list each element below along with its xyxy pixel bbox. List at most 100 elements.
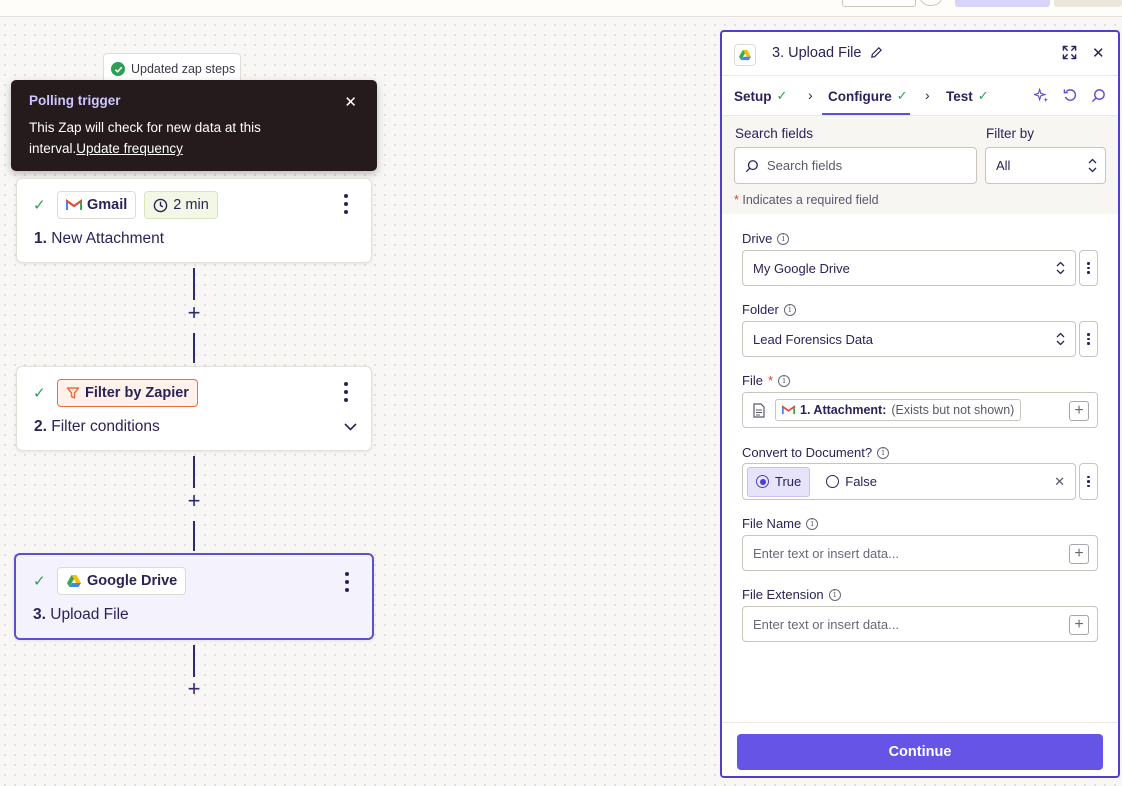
google-drive-icon <box>67 575 81 587</box>
document-icon <box>753 402 765 418</box>
update-frequency-link[interactable]: Update frequency <box>76 141 183 156</box>
chevron-down-icon[interactable] <box>344 419 357 434</box>
toolbar-button-secondary[interactable] <box>1054 0 1122 7</box>
app-name: Gmail <box>87 197 128 213</box>
file-name-label: File Name i <box>742 516 819 531</box>
label-text: File Name <box>742 516 802 531</box>
placeholder-text: Enter text or insert data... <box>753 545 899 561</box>
tab-test[interactable]: Test ✓ <box>946 88 989 104</box>
folder-value: Lead Forensics Data <box>753 331 873 347</box>
info-icon[interactable]: i <box>828 588 841 601</box>
publish-button[interactable] <box>955 0 1050 7</box>
toolbar-round-button[interactable] <box>920 0 942 6</box>
insert-data-plus-icon[interactable]: + <box>1069 544 1089 564</box>
radio-false[interactable]: False <box>818 467 885 497</box>
tab-label: Setup <box>734 88 772 104</box>
pencil-icon[interactable] <box>870 46 883 64</box>
clock-icon <box>154 198 168 212</box>
connector-line <box>193 521 195 551</box>
mapped-data-chip[interactable]: 1. Attachment: (Exists but not shown) <box>775 399 1022 421</box>
file-extension-label: File Extension i <box>742 587 841 602</box>
insert-data-plus-icon[interactable]: + <box>1069 615 1089 635</box>
more-options-icon[interactable] <box>338 572 356 592</box>
info-icon[interactable]: i <box>877 446 890 459</box>
step-number: 1. <box>34 230 47 247</box>
label-text: File <box>742 373 763 388</box>
info-icon[interactable]: i <box>778 374 791 387</box>
continue-button[interactable]: Continue <box>737 734 1103 770</box>
file-label: File * i <box>742 373 791 388</box>
label-text: File Extension <box>742 587 824 602</box>
polling-badge[interactable]: 2 min <box>144 191 218 219</box>
folder-label: Folder i <box>742 302 796 317</box>
chevron-right-icon: › <box>808 87 813 103</box>
app-name: Filter by Zapier <box>85 385 189 401</box>
file-extension-input[interactable]: Enter text or insert data... + <box>742 606 1098 642</box>
add-step-plus-icon[interactable]: + <box>185 302 203 324</box>
chip-label: 1. Attachment: <box>800 403 887 417</box>
more-options-icon[interactable] <box>337 194 355 214</box>
step-title: 2. Filter conditions <box>34 418 160 436</box>
google-drive-icon <box>734 44 756 66</box>
app-pill-google-drive: Google Drive <box>57 567 187 595</box>
search-icon[interactable] <box>1091 88 1106 108</box>
step-title-text: New Attachment <box>51 230 165 247</box>
info-icon[interactable]: i <box>777 232 790 245</box>
check-circle-icon <box>111 62 125 76</box>
close-icon[interactable]: ✕ <box>344 93 357 111</box>
label-text: Folder <box>742 302 779 317</box>
tab-setup[interactable]: Setup ✓ <box>734 88 787 104</box>
connector-line <box>193 456 195 488</box>
polling-trigger-tooltip: Polling trigger This Zap will check for … <box>11 80 377 171</box>
step-header: ✓ Gmail 2 min <box>33 191 218 219</box>
panel-title: 3. Upload File <box>772 45 862 61</box>
gmail-icon <box>782 405 795 415</box>
panel-header: 3. Upload File ✕ <box>722 32 1118 76</box>
drive-select[interactable]: My Google Drive <box>742 250 1076 286</box>
refresh-icon[interactable] <box>1063 88 1078 108</box>
check-icon: ✓ <box>33 573 46 590</box>
toolbar-button[interactable] <box>842 0 916 7</box>
info-icon[interactable]: i <box>783 303 796 316</box>
more-options-icon[interactable] <box>337 382 355 402</box>
updown-chevron-icon <box>1056 332 1065 349</box>
file-input[interactable]: 1. Attachment: (Exists but not shown) + <box>742 392 1098 428</box>
filter-by-select[interactable]: All <box>985 147 1106 184</box>
field-options-icon[interactable] <box>1079 321 1098 357</box>
close-icon[interactable]: ✕ <box>1092 44 1105 62</box>
step-card-filter[interactable]: ✓ Filter by Zapier 2. Filter conditions <box>16 366 372 451</box>
search-fields-input[interactable]: Search fields <box>734 147 977 184</box>
check-icon: ✓ <box>33 197 46 214</box>
active-tab-indicator <box>822 113 910 115</box>
label-text: Convert to Document? <box>742 445 873 460</box>
tab-label: Configure <box>828 88 892 104</box>
chevron-right-icon: › <box>925 87 930 103</box>
info-icon[interactable]: i <box>806 517 819 530</box>
tooltip-title: Polling trigger <box>29 93 121 108</box>
expand-icon[interactable] <box>1062 45 1077 65</box>
clear-icon[interactable]: ✕ <box>1054 474 1065 490</box>
radio-true[interactable]: True <box>747 466 811 497</box>
folder-select[interactable]: Lead Forensics Data <box>742 321 1076 357</box>
field-options-icon[interactable] <box>1079 250 1098 286</box>
required-note-text: Indicates a required field <box>742 193 879 207</box>
check-icon: ✓ <box>977 88 989 103</box>
tab-configure[interactable]: Configure ✓ <box>828 88 908 104</box>
add-step-plus-icon[interactable]: + <box>185 490 203 512</box>
step-card-google-drive[interactable]: ✓ Google Drive 3. Upload File <box>14 553 374 640</box>
add-step-plus-icon[interactable]: + <box>185 678 203 700</box>
chip-note: (Exists but not shown) <box>891 403 1015 417</box>
app-name: Google Drive <box>87 573 178 589</box>
ai-sparkle-icon[interactable] <box>1032 87 1049 108</box>
insert-data-plus-icon[interactable]: + <box>1069 401 1089 421</box>
placeholder-text: Enter text or insert data... <box>753 616 899 632</box>
panel-footer: Continue <box>722 722 1118 776</box>
app-pill-gmail: Gmail <box>57 191 137 219</box>
check-icon: ✓ <box>896 88 908 103</box>
filter-by-label: Filter by <box>986 126 1035 141</box>
file-name-input[interactable]: Enter text or insert data... + <box>742 535 1098 571</box>
step-card-gmail[interactable]: ✓ Gmail 2 min 1. New Attachment <box>16 178 372 263</box>
gmail-icon <box>66 199 82 210</box>
drive-value: My Google Drive <box>753 260 850 276</box>
field-options-icon[interactable] <box>1079 463 1098 500</box>
